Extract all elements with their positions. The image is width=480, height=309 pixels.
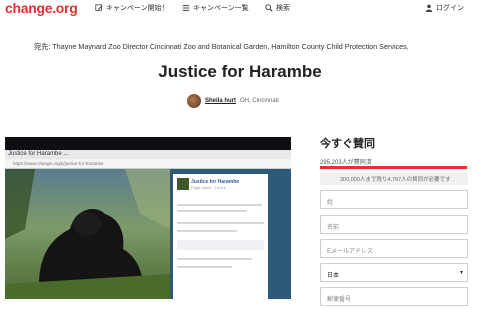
sign-heading: 今すぐ賛同	[320, 138, 375, 150]
postal-code-field[interactable]: 郵便番号	[320, 287, 468, 306]
signature-progress-bar	[320, 166, 470, 169]
search-label: 検索	[276, 5, 290, 12]
petition-title: Justice for Harambe	[158, 62, 322, 81]
country-value: 日本	[327, 273, 340, 279]
start-campaign-label: キャンペーン開始！	[106, 5, 169, 12]
signature-count: 295,203人が賛同済	[320, 160, 372, 166]
email-field[interactable]: Eメールアドレス	[320, 239, 468, 258]
avatar	[187, 94, 201, 108]
post-comments	[177, 240, 264, 250]
browser-page-area: Justice for Harambe Page Liked · 14 hrs	[5, 169, 291, 299]
user-icon	[425, 4, 433, 12]
search-icon	[265, 4, 273, 12]
post-subtitle: Page Liked · 14 hrs	[191, 185, 226, 190]
post-actions-line	[177, 230, 237, 232]
comment-line	[177, 266, 232, 268]
last-name-field[interactable]: 名前	[320, 215, 468, 234]
browse-campaigns-link[interactable]: キャンペーン一覧	[182, 3, 249, 13]
browse-campaigns-label: キャンペーン一覧	[193, 5, 249, 12]
list-icon	[182, 4, 190, 12]
post-thumbnail	[177, 178, 189, 190]
petition-target: 宛先: Thayne Maynard Zoo Director Cincinna…	[34, 42, 409, 51]
search-link[interactable]: 検索	[265, 3, 290, 13]
comment-line	[177, 258, 252, 260]
petition-author: Sheila hurt OH, Cincinnati	[187, 94, 279, 108]
post-text-line	[177, 210, 247, 212]
author-name-link[interactable]: Sheila hurt	[205, 98, 236, 104]
top-navigation: change.org キャンペーン開始！ キャンペーン一覧 検索 ログイン	[0, 0, 480, 16]
facebook-post: Justice for Harambe Page Liked · 14 hrs	[173, 174, 268, 299]
start-campaign-link[interactable]: キャンペーン開始！	[95, 3, 169, 13]
country-select[interactable]: 日本 ▾	[320, 263, 468, 282]
browser-tab-bar: Justice for Harambe ...	[5, 150, 291, 159]
first-name-field[interactable]: 姓	[320, 190, 468, 209]
chevron-down-icon: ▾	[459, 270, 463, 276]
signature-progress-fill	[320, 166, 467, 169]
login-link[interactable]: ログイン	[425, 3, 464, 13]
post-reactions-line	[177, 222, 264, 224]
post-text-line	[177, 204, 262, 206]
author-location: OH, Cincinnati	[240, 98, 279, 104]
browser-tab-title: Justice for Harambe ...	[8, 151, 69, 157]
login-label: ログイン	[436, 5, 464, 12]
sign-petition-panel: 今すぐ賛同 295,203人が賛同済 300,000人まで残り4,797人の賛同…	[320, 135, 470, 306]
laptop-screen: Justice for Harambe ... https://www.chan…	[5, 150, 291, 299]
signature-goal: 300,000人まで残り4,797人の賛同が必要です	[320, 173, 468, 185]
edit-icon	[95, 4, 103, 12]
petition-hero-image: Justice for Harambe ... https://www.chan…	[5, 137, 291, 299]
browser-url-bar: https://www.change.org/p/justice-for-har…	[5, 159, 291, 169]
change-org-logo[interactable]: change.org	[5, 0, 78, 16]
gorilla-photo	[5, 169, 170, 299]
browser-url-text: https://www.change.org/p/justice-for-har…	[13, 161, 104, 166]
